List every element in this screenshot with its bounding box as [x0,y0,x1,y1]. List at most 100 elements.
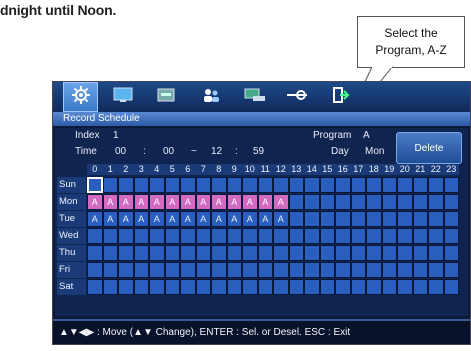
schedule-cell[interactable] [397,194,413,210]
schedule-cell[interactable]: A [118,194,134,210]
schedule-cell[interactable]: A [149,211,165,227]
schedule-cell[interactable]: A [242,194,258,210]
schedule-cell[interactable]: A [102,211,118,227]
schedule-cell[interactable] [304,228,320,244]
schedule-cell[interactable] [350,228,366,244]
tab-hdd[interactable] [148,85,183,109]
schedule-cell[interactable]: A [118,211,134,227]
schedule-cell[interactable] [397,211,413,227]
schedule-cell[interactable] [226,177,242,193]
schedule-cell[interactable] [397,262,413,278]
schedule-cell[interactable] [335,262,351,278]
schedule-cell[interactable] [211,228,227,244]
schedule-cell[interactable] [350,211,366,227]
schedule-cell[interactable] [366,262,382,278]
schedule-cell[interactable] [242,262,258,278]
schedule-cell[interactable]: A [164,194,180,210]
schedule-cell[interactable]: A [133,194,149,210]
schedule-cell[interactable] [288,177,304,193]
schedule-cell[interactable] [242,245,258,261]
schedule-cell[interactable] [164,177,180,193]
schedule-cell[interactable] [412,194,428,210]
schedule-cell[interactable] [381,194,397,210]
schedule-cell[interactable] [226,279,242,295]
index-value[interactable]: 1 [113,130,119,141]
schedule-cell[interactable] [443,177,459,193]
schedule-cell[interactable] [304,211,320,227]
schedule-cell[interactable]: A [195,211,211,227]
schedule-cell[interactable] [180,228,196,244]
schedule-cell[interactable] [335,228,351,244]
schedule-cell[interactable] [133,177,149,193]
start-minute-field[interactable]: 00 [163,146,174,157]
schedule-cell[interactable] [195,245,211,261]
schedule-cell[interactable] [428,177,444,193]
schedule-cell[interactable] [102,279,118,295]
schedule-cell[interactable] [443,194,459,210]
schedule-cell[interactable] [412,279,428,295]
schedule-cell[interactable] [335,245,351,261]
schedule-cell[interactable] [319,245,335,261]
schedule-cell[interactable] [195,228,211,244]
schedule-cell[interactable] [133,245,149,261]
schedule-cell[interactable] [288,245,304,261]
schedule-cell[interactable] [87,177,103,193]
schedule-cell[interactable] [149,262,165,278]
schedule-cell[interactable] [211,245,227,261]
schedule-cell[interactable] [211,262,227,278]
schedule-cell[interactable] [195,262,211,278]
schedule-cell[interactable] [335,177,351,193]
schedule-cell[interactable] [149,245,165,261]
schedule-cell[interactable] [350,177,366,193]
schedule-cell[interactable]: A [180,211,196,227]
schedule-cell[interactable] [412,228,428,244]
schedule-cell[interactable] [273,262,289,278]
schedule-cell[interactable] [381,228,397,244]
schedule-cell[interactable] [102,228,118,244]
schedule-cell[interactable] [149,177,165,193]
schedule-cell[interactable]: A [273,211,289,227]
schedule-cell[interactable] [428,262,444,278]
schedule-cell[interactable] [87,228,103,244]
schedule-cell[interactable] [133,262,149,278]
schedule-cell[interactable] [164,279,180,295]
day-value[interactable]: Mon [365,146,384,157]
start-hour-field[interactable]: 00 [115,146,126,157]
schedule-cell[interactable] [180,245,196,261]
schedule-cell[interactable] [102,177,118,193]
schedule-cell[interactable] [195,177,211,193]
schedule-cell[interactable] [242,279,258,295]
schedule-cell[interactable] [149,228,165,244]
schedule-cell[interactable]: A [195,194,211,210]
schedule-cell[interactable] [397,177,413,193]
schedule-cell[interactable] [242,228,258,244]
schedule-cell[interactable] [257,262,273,278]
schedule-cell[interactable] [443,279,459,295]
schedule-cell[interactable]: A [87,194,103,210]
schedule-cell[interactable] [350,262,366,278]
schedule-cell[interactable] [350,245,366,261]
schedule-cell[interactable] [428,228,444,244]
schedule-cell[interactable] [149,279,165,295]
schedule-cell[interactable] [242,177,258,193]
tab-network[interactable] [237,85,272,109]
schedule-cell[interactable] [412,211,428,227]
schedule-cell[interactable] [366,279,382,295]
schedule-cell[interactable] [273,245,289,261]
schedule-cell[interactable] [319,194,335,210]
schedule-cell[interactable] [133,279,149,295]
schedule-cell[interactable]: A [273,194,289,210]
schedule-cell[interactable]: A [226,194,242,210]
program-value[interactable]: A [363,130,370,141]
schedule-cell[interactable] [257,279,273,295]
schedule-cell[interactable] [164,245,180,261]
end-hour-field[interactable]: 12 [211,146,222,157]
schedule-cell[interactable] [273,177,289,193]
schedule-cell[interactable] [428,245,444,261]
schedule-cell[interactable] [412,177,428,193]
schedule-cell[interactable]: A [211,194,227,210]
schedule-cell[interactable] [118,228,134,244]
schedule-cell[interactable] [288,211,304,227]
schedule-cell[interactable] [288,194,304,210]
schedule-cell[interactable] [381,211,397,227]
